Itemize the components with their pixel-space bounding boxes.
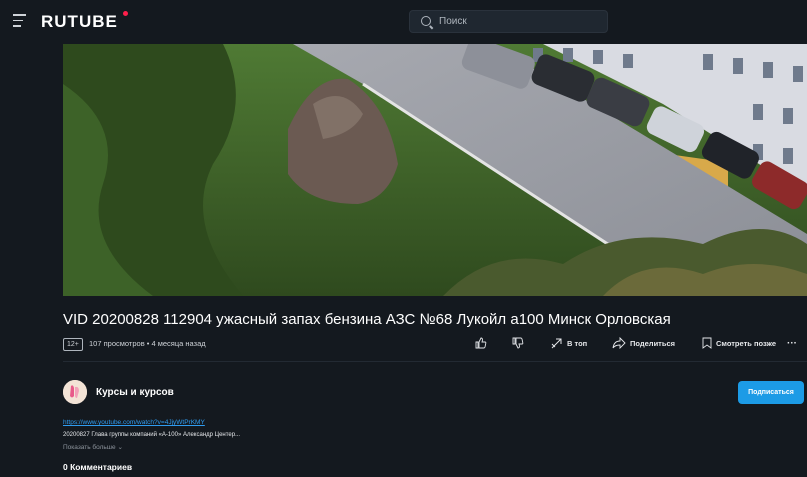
rutube-logo[interactable]: RUTUBE (41, 12, 118, 32)
watch-later-button[interactable]: Смотреть позже (702, 335, 776, 351)
search-box[interactable] (409, 10, 608, 33)
share-label: Поделиться (630, 338, 676, 348)
description-link[interactable]: https://www.youtube.com/watch?v=4JjyWtPr… (63, 419, 205, 426)
search-icon[interactable] (421, 16, 431, 26)
avatar-image (63, 380, 87, 404)
video-frame (63, 44, 807, 296)
top-icon (551, 338, 562, 349)
comments-count: 0 Комментариев (63, 462, 133, 472)
like-icon (475, 337, 487, 349)
share-button[interactable]: Поделиться (612, 335, 675, 351)
age-rating-badge: 12+ (63, 338, 83, 351)
like-button[interactable] (475, 335, 491, 351)
bookmark-icon (702, 337, 712, 349)
to-top-button[interactable]: В топ (550, 335, 587, 351)
watch-later-label: Смотреть позже (716, 338, 776, 348)
video-title: VID 20200828 112904 ужасный запах бензин… (63, 311, 671, 328)
video-meta: 107 просмотров • 4 месяца назад (89, 339, 206, 348)
subscribe-button[interactable]: Подписаться (738, 381, 804, 404)
description-text: 20200827 Глава группы компаний «А-100» А… (63, 432, 241, 438)
divider (63, 361, 807, 362)
dislike-button[interactable] (512, 335, 528, 351)
top-header: RUTUBE (0, 0, 807, 44)
dislike-icon (512, 337, 524, 349)
more-icon[interactable]: ··· (787, 335, 797, 351)
logo-dot (123, 11, 128, 16)
share-icon (612, 337, 626, 349)
video-player[interactable] (63, 44, 807, 296)
channel-name[interactable]: Курсы и курсов (96, 387, 174, 398)
to-top-label: В топ (567, 338, 588, 348)
show-more-link[interactable]: Показать больше ⌄ (63, 443, 123, 451)
search-input[interactable] (439, 11, 599, 32)
menu-icon[interactable] (13, 14, 26, 27)
channel-avatar[interactable] (63, 380, 87, 404)
